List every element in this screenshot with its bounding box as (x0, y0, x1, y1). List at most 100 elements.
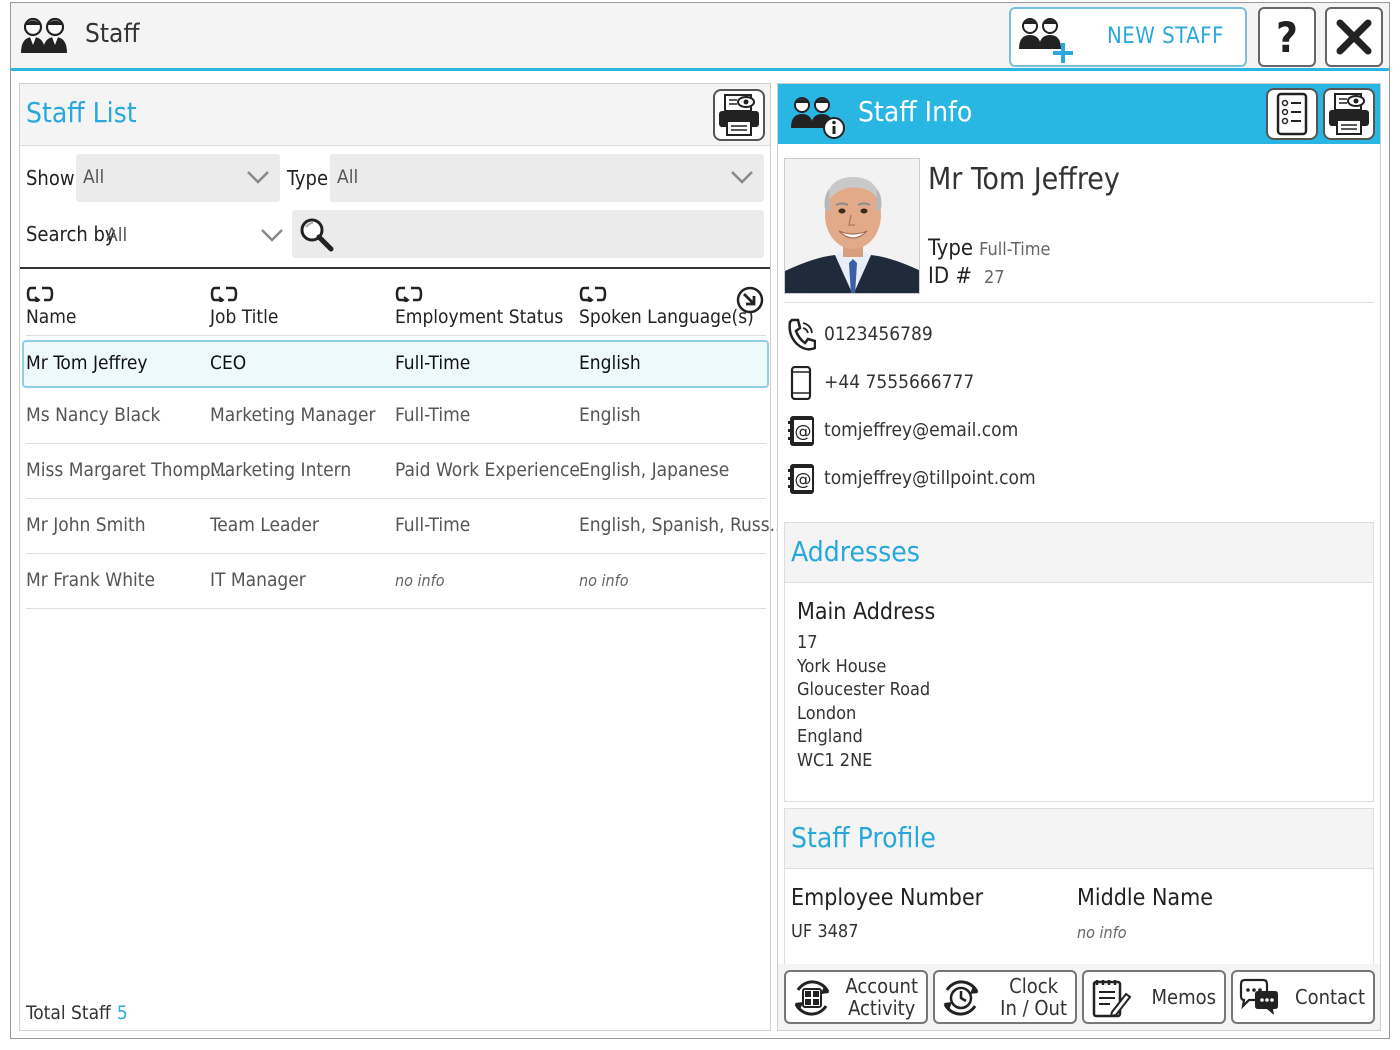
cell-employment-status: Paid Work Experience (395, 459, 580, 481)
show-dropdown[interactable]: All (76, 154, 280, 202)
sort-icon (210, 286, 238, 302)
column-header-label: Spoken Language(s) (579, 306, 754, 328)
address-line: Gloucester Road (797, 679, 931, 700)
cell-spoken-languages: no info (579, 571, 629, 590)
cell-job-title: Marketing Intern (210, 459, 352, 481)
close-button[interactable] (1325, 7, 1383, 67)
main-address-lines: 17 York House Gloucester Road London Eng… (797, 631, 930, 772)
cell-employment-status: Full-Time (395, 404, 471, 426)
cell-job-title: CEO (210, 352, 247, 374)
svg-text:@: @ (795, 422, 812, 442)
staff-profile-header[interactable]: Staff Profile (785, 809, 1373, 869)
staff-actions-bar: Account Activity Clock In / Out Memos Co… (778, 964, 1380, 1030)
table-row[interactable]: Ms Nancy Black Marketing Manager Full-Ti… (26, 390, 766, 444)
account-activity-label-line2: Activity (848, 996, 916, 1020)
column-header-label: Name (26, 306, 77, 328)
details-list-button[interactable] (1266, 88, 1318, 140)
print-preview-icon (1329, 93, 1369, 135)
staff-name: Mr Tom Jeffrey (928, 162, 1120, 197)
cell-job-title: Team Leader (210, 514, 319, 536)
staff-info-panel: Staff Info Mr Tom Jeffrey Type Full-Time… (777, 83, 1381, 1031)
cell-name: Mr John Smith (26, 514, 146, 536)
checklist-icon (1276, 92, 1308, 136)
cell-name: Mr Frank White (26, 569, 156, 591)
chevron-down-icon (261, 229, 283, 242)
main-address-title: Main Address (797, 599, 936, 625)
email-row[interactable]: @ tomjeffrey@email.com (786, 414, 1366, 448)
staff-type-value: Full-Time (979, 239, 1051, 260)
cell-employment-status: Full-Time (395, 352, 471, 374)
column-header-label: Employment Status (395, 306, 564, 328)
staff-list-panel: Staff List Show All Type All Search by A… (19, 83, 786, 1031)
phone-row[interactable]: 0123456789 (786, 318, 1366, 352)
table-header-divider (26, 335, 766, 336)
email-address: tomjeffrey@email.com (824, 419, 1019, 441)
mobile-row[interactable]: +44 7555666777 (786, 366, 1366, 400)
middle-name-value: no info (1077, 923, 1127, 942)
search-icon[interactable] (298, 216, 334, 252)
column-header-label: Job Title (210, 306, 279, 328)
staff-type-label: Type (928, 236, 974, 261)
clock-in-out-label: Clock In / Out (1000, 975, 1067, 1019)
window-title: Staff (85, 19, 140, 49)
middle-name-label: Middle Name (1077, 885, 1213, 911)
scroll-to-selected-icon[interactable] (736, 286, 764, 314)
total-staff-count: 5 (116, 1002, 128, 1024)
help-button[interactable]: ? (1258, 7, 1316, 67)
cell-employment-status: Full-Time (395, 514, 471, 536)
add-staff-icon (1019, 18, 1073, 63)
address-line: England (797, 726, 863, 747)
mobile-icon (790, 366, 812, 400)
print-staff-button[interactable] (1323, 88, 1375, 140)
chevron-down-icon (247, 171, 269, 184)
staff-info-icon (791, 97, 845, 139)
clock-label-line1: Clock (1009, 974, 1059, 998)
column-header-name[interactable]: Name (26, 286, 76, 328)
staff-id-label: ID # (928, 264, 972, 289)
table-row[interactable]: Mr Tom Jeffrey CEO Full-Time English (22, 340, 769, 388)
svg-text:@: @ (795, 470, 812, 490)
staff-info-header: Staff Info (778, 84, 1380, 144)
staff-info-title: Staff Info (858, 95, 973, 128)
work-email-row[interactable]: @ tomjeffrey@tillpoint.com (786, 462, 1366, 496)
type-dropdown[interactable]: All (330, 154, 764, 202)
email-icon: @ (788, 416, 814, 446)
print-list-button[interactable] (713, 89, 765, 141)
table-row[interactable]: Mr Frank White IT Manager no info no inf… (26, 555, 766, 609)
close-icon (1336, 19, 1372, 55)
chevron-down-icon (731, 171, 753, 184)
contact-button[interactable]: Contact (1231, 970, 1375, 1024)
cell-spoken-languages: English (579, 404, 641, 426)
staff-type: Type Full-Time (928, 236, 1051, 261)
total-staff-label: Total Staff (26, 1002, 111, 1024)
sort-icon (395, 286, 423, 302)
new-staff-button[interactable]: NEW STAFF (1009, 7, 1247, 67)
addresses-header[interactable]: Addresses (785, 523, 1373, 583)
staff-portrait (785, 159, 919, 293)
table-row[interactable]: Miss Margaret Thomp... Marketing Intern … (26, 445, 766, 499)
clock-in-out-button[interactable]: Clock In / Out (933, 970, 1077, 1024)
staff-photo (784, 158, 920, 294)
sort-icon (26, 286, 54, 302)
cell-name: Miss Margaret Thomp... (26, 459, 227, 481)
search-by-dropdown[interactable]: Search by All (26, 214, 284, 254)
help-icon: ? (1276, 12, 1298, 62)
table-row[interactable]: Mr John Smith Team Leader Full-Time Engl… (26, 500, 786, 554)
search-input[interactable] (342, 218, 752, 250)
column-header-job-title[interactable]: Job Title (210, 286, 278, 328)
account-activity-button[interactable]: Account Activity (784, 970, 928, 1024)
memos-button[interactable]: Memos (1082, 970, 1226, 1024)
employee-number-label: Employee Number (791, 885, 984, 911)
type-dropdown-value: All (337, 166, 359, 188)
address-line: 17 (797, 632, 818, 653)
account-activity-icon (794, 980, 830, 1016)
search-by-label: Search by (26, 222, 116, 246)
column-header-employment-status[interactable]: Employment Status (395, 286, 563, 328)
address-line: York House (797, 655, 887, 677)
chat-bubbles-icon (1239, 978, 1278, 1015)
cell-employment-status: no info (395, 571, 445, 590)
employee-number-value: UF 3487 (791, 921, 859, 942)
column-header-spoken-languages[interactable]: Spoken Language(s) (579, 286, 754, 328)
search-box (292, 210, 764, 258)
memos-label: Memos (1151, 985, 1216, 1009)
